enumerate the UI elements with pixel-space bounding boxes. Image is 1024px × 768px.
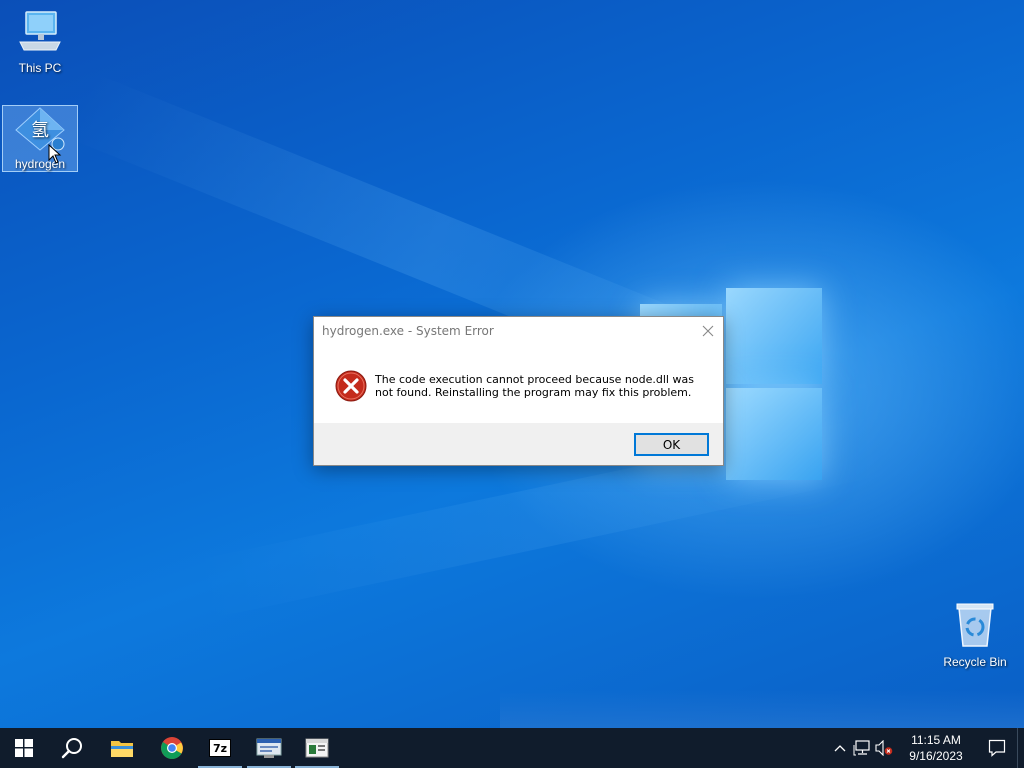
- start-button[interactable]: [0, 728, 48, 768]
- notification-icon: [988, 739, 1006, 757]
- 7zip-icon-text: 7z: [212, 741, 228, 755]
- computer-icon: [19, 11, 61, 51]
- app-icon: [305, 738, 329, 758]
- windows-start-icon: [15, 739, 33, 757]
- taskbar-clock[interactable]: 11:15 AM 9/16/2023: [901, 732, 971, 764]
- show-desktop-button[interactable]: [1017, 728, 1024, 768]
- taskbar-app-window[interactable]: [293, 728, 341, 768]
- clock-date: 9/16/2023: [909, 749, 963, 763]
- taskbar-file-explorer[interactable]: [98, 728, 146, 768]
- search-icon: [61, 738, 82, 759]
- error-message: The code execution cannot proceed becaus…: [375, 373, 694, 399]
- close-icon: [702, 325, 714, 337]
- dialog-title: hydrogen.exe - System Error: [322, 324, 494, 338]
- dialog-footer: OK: [314, 423, 723, 465]
- error-icon: [335, 370, 367, 402]
- search-button[interactable]: [48, 728, 96, 768]
- app-icon: [256, 738, 282, 758]
- dialog-titlebar[interactable]: hydrogen.exe - System Error: [314, 317, 723, 345]
- clock-time: 11:15 AM: [911, 733, 961, 747]
- taskbar-chrome[interactable]: [148, 728, 196, 768]
- volume-button[interactable]: [873, 728, 895, 768]
- desktop-icon-recycle-bin[interactable]: Recycle Bin: [936, 600, 1014, 669]
- desktop-icon-label: Recycle Bin: [943, 655, 1007, 669]
- light-glow: [500, 690, 1024, 728]
- system-error-dialog: hydrogen.exe - System Error The code exe…: [313, 316, 724, 466]
- system-tray: 11:15 AM 9/16/2023: [829, 728, 1024, 768]
- taskbar: 7z 11:15 AM 9/16/2023: [0, 728, 1024, 768]
- action-center-button[interactable]: [977, 728, 1017, 768]
- hydrogen-glyph: 氢: [31, 120, 49, 141]
- show-hidden-icons-button[interactable]: [829, 728, 851, 768]
- desktop: This PC 氢 hydrogen Recycle Bin hydrogen.…: [0, 0, 1024, 728]
- taskbar-app-window[interactable]: [245, 728, 293, 768]
- logo-pane: [726, 388, 822, 480]
- mouse-cursor-icon: [48, 144, 62, 164]
- desktop-icon-hydrogen[interactable]: 氢 hydrogen: [2, 105, 78, 172]
- network-icon: [853, 740, 870, 756]
- network-button[interactable]: [851, 728, 873, 768]
- logo-pane: [726, 288, 822, 384]
- chevron-up-icon: [834, 745, 846, 752]
- dialog-body: The code execution cannot proceed becaus…: [314, 345, 723, 425]
- desktop-icon-this-pc[interactable]: This PC: [2, 8, 78, 75]
- taskbar-7zip[interactable]: 7z: [196, 728, 244, 768]
- close-button[interactable]: [697, 320, 719, 342]
- file-explorer-icon: [111, 741, 133, 757]
- volume-muted-icon: [875, 740, 893, 756]
- recycle-bin-icon: [956, 603, 994, 647]
- desktop-icon-label: hydrogen: [14, 157, 66, 171]
- ok-button[interactable]: OK: [634, 433, 709, 456]
- chrome-icon: [161, 737, 183, 759]
- 7zip-icon: 7z: [209, 739, 231, 757]
- desktop-icon-label: This PC: [18, 61, 62, 75]
